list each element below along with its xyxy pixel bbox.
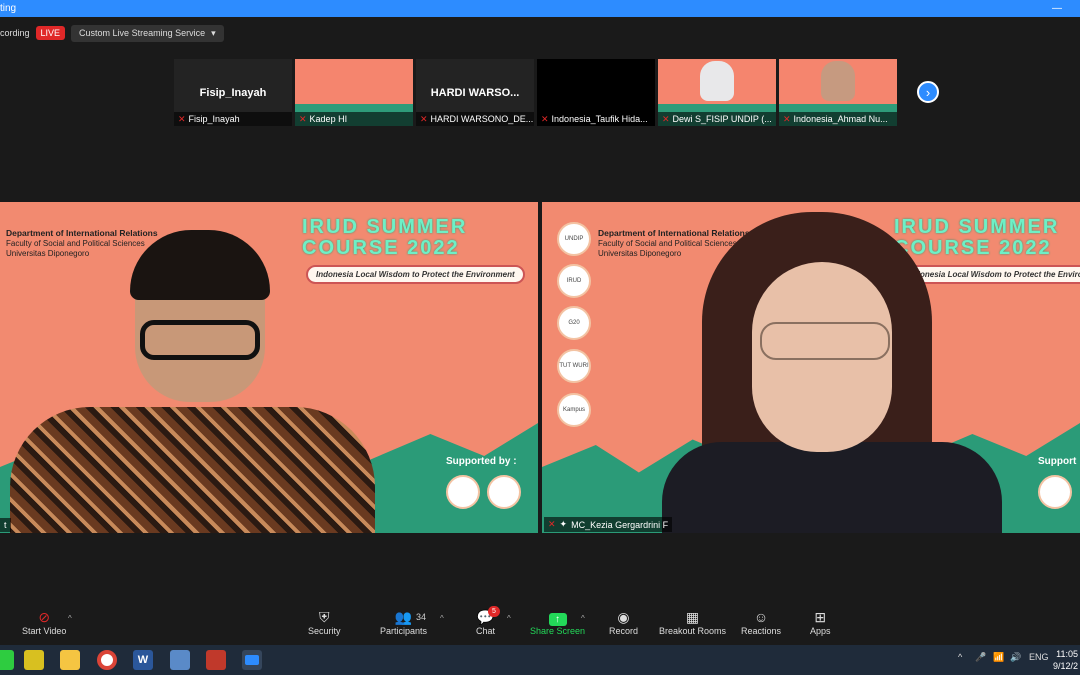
slide-course-title: IRUD SUMMER COURSE 2022: [302, 216, 468, 259]
g20-logo: G20: [557, 306, 591, 340]
reactions-icon: ☺: [753, 609, 769, 625]
participant-name: Indonesia_Taufik Hida...: [551, 114, 648, 124]
participant-name: Fisip_Inayah: [188, 114, 240, 124]
sponsor-logo: [1038, 475, 1072, 509]
speaker-video-left[interactable]: Department of International Relations Fa…: [0, 202, 538, 533]
app-icon[interactable]: [206, 650, 226, 670]
participant-name: Dewi S_FISIP UNDIP (...: [672, 114, 772, 124]
security-button[interactable]: ⛨ Security: [308, 608, 341, 636]
record-icon: ◉: [617, 609, 630, 625]
whatsapp-icon[interactable]: [0, 650, 14, 670]
slide-department: Department of International Relations Fa…: [6, 228, 158, 258]
share-screen-button[interactable]: ↑ Share Screen: [530, 608, 585, 636]
mic-muted-icon: ✕: [178, 114, 186, 124]
slide-supported-by: Supported by :: [446, 456, 517, 467]
reactions-button[interactable]: ☺ Reactions: [741, 608, 781, 636]
speaker-body: [10, 407, 375, 533]
recording-label: cording: [0, 28, 30, 38]
participant-video: [821, 61, 855, 101]
wifi-icon[interactable]: 📶: [993, 652, 1004, 663]
sponsor-logo: [446, 475, 480, 509]
stream-service-dropdown[interactable]: Custom Live Streaming Service ▾: [71, 24, 224, 42]
apps-icon: ⊞: [814, 609, 827, 625]
participant-tile[interactable]: ✕ Kadep HI: [295, 59, 413, 126]
participant-tile[interactable]: ✕ Dewi S_FISIP UNDIP (...: [658, 59, 776, 126]
volume-icon[interactable]: 🔊: [1010, 652, 1021, 663]
language-indicator[interactable]: ENG: [1029, 652, 1049, 662]
breakout-rooms-button[interactable]: ▦ Breakout Rooms: [659, 608, 726, 636]
participants-count: 34: [416, 612, 427, 622]
record-button[interactable]: ◉ Record: [609, 608, 638, 636]
mic-muted-icon: ✕: [299, 114, 307, 124]
participant-tile[interactable]: ✕ Indonesia_Ahmad Nu...: [779, 59, 897, 126]
video-options-caret[interactable]: ^: [68, 614, 72, 623]
speaker-video-right[interactable]: UNDIP IRUD G20 TUT WURI Kampus Merdeka D…: [542, 202, 1080, 533]
participant-name: Kadep HI: [309, 114, 348, 124]
mic-muted-icon: ✕: [420, 114, 428, 124]
windows-taskbar: W ^ 🎤 📶 🔊 ENG 11:05 9/12/2: [0, 645, 1080, 675]
sponsor-logo: [487, 475, 521, 509]
microphone-icon[interactable]: 🎤: [975, 652, 986, 663]
meeting-toolbar: ⊘ Start Video ^ ⛨ Security 👥 Participant…: [0, 600, 1080, 645]
participant-name: HARDI WARSONO_DE...: [430, 114, 534, 124]
slide-theme: Indonesia Local Wisdom to Protect the En…: [306, 265, 525, 284]
apps-button[interactable]: ⊞ Apps: [810, 608, 831, 636]
recording-bar: cording LIVE Custom Live Streaming Servi…: [0, 23, 224, 43]
chat-options-caret[interactable]: ^: [507, 614, 511, 623]
mic-muted-icon: ✕: [548, 519, 556, 529]
minimize-button[interactable]: —: [1052, 0, 1062, 17]
participant-tile[interactable]: ✕ Indonesia_Taufik Hida...: [537, 59, 655, 126]
participant-big-name: Fisip_Inayah: [199, 87, 267, 99]
speaker-name-tag: t: [0, 518, 11, 532]
stream-service-label: Custom Live Streaming Service: [79, 28, 206, 38]
speaker-glasses: [140, 320, 260, 360]
tut-wuri-logo: TUT WURI: [557, 349, 591, 383]
shield-icon: ⛨: [319, 609, 330, 625]
participant-tile[interactable]: Fisip_Inayah ✕ Fisip_Inayah: [174, 59, 292, 126]
slide-supported-by: Support: [1038, 456, 1077, 467]
video-off-icon: ⊘: [38, 609, 51, 625]
file-explorer-icon[interactable]: [60, 650, 80, 670]
window-title: ting: [0, 3, 17, 14]
share-options-caret[interactable]: ^: [581, 614, 585, 623]
speaker-name-tag: ✕ ✦ MC_Kezia Gergardrini F: [544, 517, 673, 532]
mic-muted-icon: ✕: [783, 114, 791, 124]
speaker-glasses: [760, 322, 890, 360]
chrome-icon[interactable]: [97, 650, 117, 670]
participant-name: Indonesia_Ahmad Nu...: [793, 114, 888, 124]
next-page-icon[interactable]: ›: [917, 81, 939, 103]
zoom-icon[interactable]: [242, 650, 262, 670]
mic-muted-icon: ✕: [541, 114, 549, 124]
live-badge[interactable]: LIVE: [35, 26, 66, 40]
chevron-down-icon: ▾: [211, 27, 216, 38]
participant-big-name: HARDI WARSO...: [430, 87, 520, 99]
sticky-notes-icon[interactable]: [24, 650, 44, 670]
kampus-merdeka-logo: Kampus Merdeka: [557, 393, 591, 427]
speaker-body: [662, 442, 1002, 533]
breakout-rooms-icon: ▦: [685, 609, 700, 625]
show-hidden-icons[interactable]: ^: [958, 652, 962, 662]
participant-tile[interactable]: HARDI WARSO... ✕ HARDI WARSONO_DE...: [416, 59, 534, 126]
undip-logo: UNDIP: [557, 222, 591, 256]
share-screen-icon: ↑: [548, 613, 567, 626]
start-video-button[interactable]: ⊘ Start Video: [22, 608, 66, 636]
participants-options-caret[interactable]: ^: [440, 614, 444, 623]
mic-muted-icon: ✕: [662, 114, 670, 124]
pin-icon: ✦: [559, 519, 568, 529]
photos-icon[interactable]: [170, 650, 190, 670]
chat-unread-badge: 5: [488, 606, 500, 617]
window-title-bar: ting —: [0, 0, 1080, 17]
participant-video: [700, 61, 734, 101]
irud-logo: IRUD: [557, 264, 591, 298]
word-icon[interactable]: W: [133, 650, 153, 670]
slide-theme: Indonesia Local Wisdom to Protect the En…: [898, 265, 1080, 284]
participant-gallery: Fisip_Inayah ✕ Fisip_Inayah ✕ Kadep HI HAR…: [174, 59, 897, 126]
slide-course-title: IRUD SUMMER COURSE 2022: [894, 216, 1060, 259]
system-clock[interactable]: 11:05 9/12/2: [1053, 648, 1078, 672]
